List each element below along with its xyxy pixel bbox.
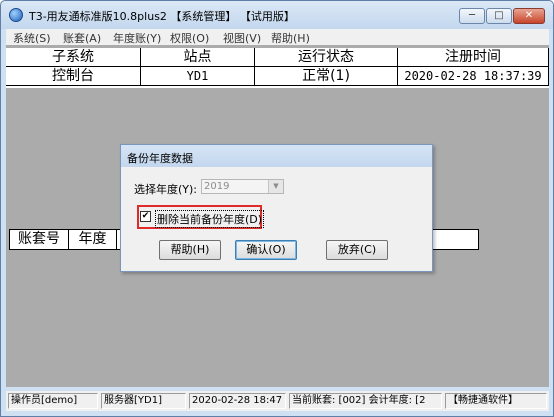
status-operator: 操作员[demo] <box>8 393 98 409</box>
confirm-button[interactable]: 确认(O) <box>235 240 297 260</box>
cancel-button[interactable]: 放弃(C) <box>326 240 388 260</box>
subsystem-grid: 子系统 站点 运行状态 注册时间 控制台 YD1 正常(1) 2020-02-2… <box>6 48 549 88</box>
year-select-value: 2019 <box>204 181 230 192</box>
menu-account-set[interactable]: 账套(A) <box>63 30 101 46</box>
menu-view[interactable]: 视图(V) <box>223 30 261 46</box>
delete-year-checkbox[interactable]: ✔ <box>140 211 151 222</box>
app-logo-icon <box>9 8 23 22</box>
grid-header-station: 站点 <box>141 48 255 67</box>
status-datetime: 2020-02-28 18:47 <box>189 393 286 409</box>
help-button[interactable]: 帮助(H) <box>159 240 221 260</box>
backup-year-dialog: 备份年度数据 选择年度(Y): 2019 ▼ ✔ 删除当前备份年度(D) 帮助(… <box>120 144 433 272</box>
year-select[interactable]: 2019 ▼ <box>201 179 284 194</box>
menu-bar: 系统(S) 账套(A) 年度账(Y) 权限(O) 视图(V) 帮助(H) <box>6 29 549 45</box>
status-bar: 操作员[demo] 服务器[YD1] 2020-02-28 18:47 当前账套… <box>6 391 549 411</box>
year-select-label: 选择年度(Y): <box>134 183 198 196</box>
grid2-header-account-no: 账套号 <box>10 230 69 249</box>
window-title: T3-用友通标准版10.8plus2 【系统管理】 【试用版】 <box>29 10 295 23</box>
title-bar[interactable]: T3-用友通标准版10.8plus2 【系统管理】 【试用版】 ─ □ ✕ <box>1 1 553 29</box>
menu-system[interactable]: 系统(S) <box>13 30 51 46</box>
grid-header-subsystem: 子系统 <box>6 48 141 67</box>
grid-cell-status[interactable]: 正常(1) <box>255 67 398 86</box>
minimize-button[interactable]: ─ <box>459 8 485 24</box>
grid-cell-subsystem[interactable]: 控制台 <box>6 67 141 86</box>
grid-cell-station[interactable]: YD1 <box>141 67 255 86</box>
dropdown-arrow-icon[interactable]: ▼ <box>268 180 283 193</box>
delete-year-checkbox-label[interactable]: 删除当前备份年度(D) <box>155 210 265 228</box>
status-brand: 【畅捷通软件】 <box>445 393 547 409</box>
menu-annual-account[interactable]: 年度账(Y) <box>113 30 161 46</box>
menu-help[interactable]: 帮助(H) <box>271 30 310 46</box>
close-button[interactable]: ✕ <box>513 8 545 24</box>
grid-cell-register-time[interactable]: 2020-02-28 18:37:39 <box>398 67 549 86</box>
grid2-header-year: 年度 <box>69 230 117 249</box>
dialog-title: 备份年度数据 <box>127 152 193 165</box>
dialog-title-bar[interactable]: 备份年度数据 <box>121 145 432 167</box>
grid-header-status: 运行状态 <box>255 48 398 67</box>
grid-header-register-time: 注册时间 <box>398 48 549 67</box>
status-server: 服务器[YD1] <box>101 393 186 409</box>
menu-permission[interactable]: 权限(O) <box>170 30 209 46</box>
maximize-button[interactable]: □ <box>486 8 512 24</box>
app-window: T3-用友通标准版10.8plus2 【系统管理】 【试用版】 ─ □ ✕ 系统… <box>0 0 554 417</box>
status-current-account: 当前账套: [002] 会计年度: [2 <box>289 393 442 409</box>
